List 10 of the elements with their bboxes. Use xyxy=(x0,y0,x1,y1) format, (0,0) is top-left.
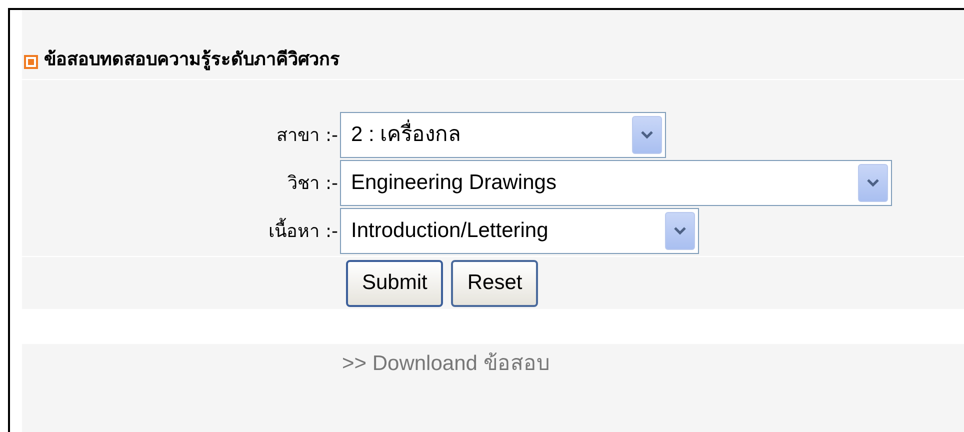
form-button[interactable]: Submit xyxy=(346,260,444,306)
dropdown[interactable]: Engineering Drawings xyxy=(340,160,892,206)
section-title: ข้อสอบทดสอบความรู้ระดับภาคีวิศวกร xyxy=(44,48,340,72)
download-link[interactable]: >> Downloand ข้อสอบ xyxy=(342,352,550,375)
field-label: เนื้อหา :- xyxy=(22,218,340,244)
field-label: สาขา :- xyxy=(276,124,339,148)
dropdown[interactable]: Introduction/Lettering xyxy=(340,208,699,254)
form-button[interactable]: Reset xyxy=(451,260,538,306)
field-label: วิชา :- xyxy=(286,172,339,196)
dropdown[interactable]: 2 : เครื่องกล xyxy=(340,112,666,158)
